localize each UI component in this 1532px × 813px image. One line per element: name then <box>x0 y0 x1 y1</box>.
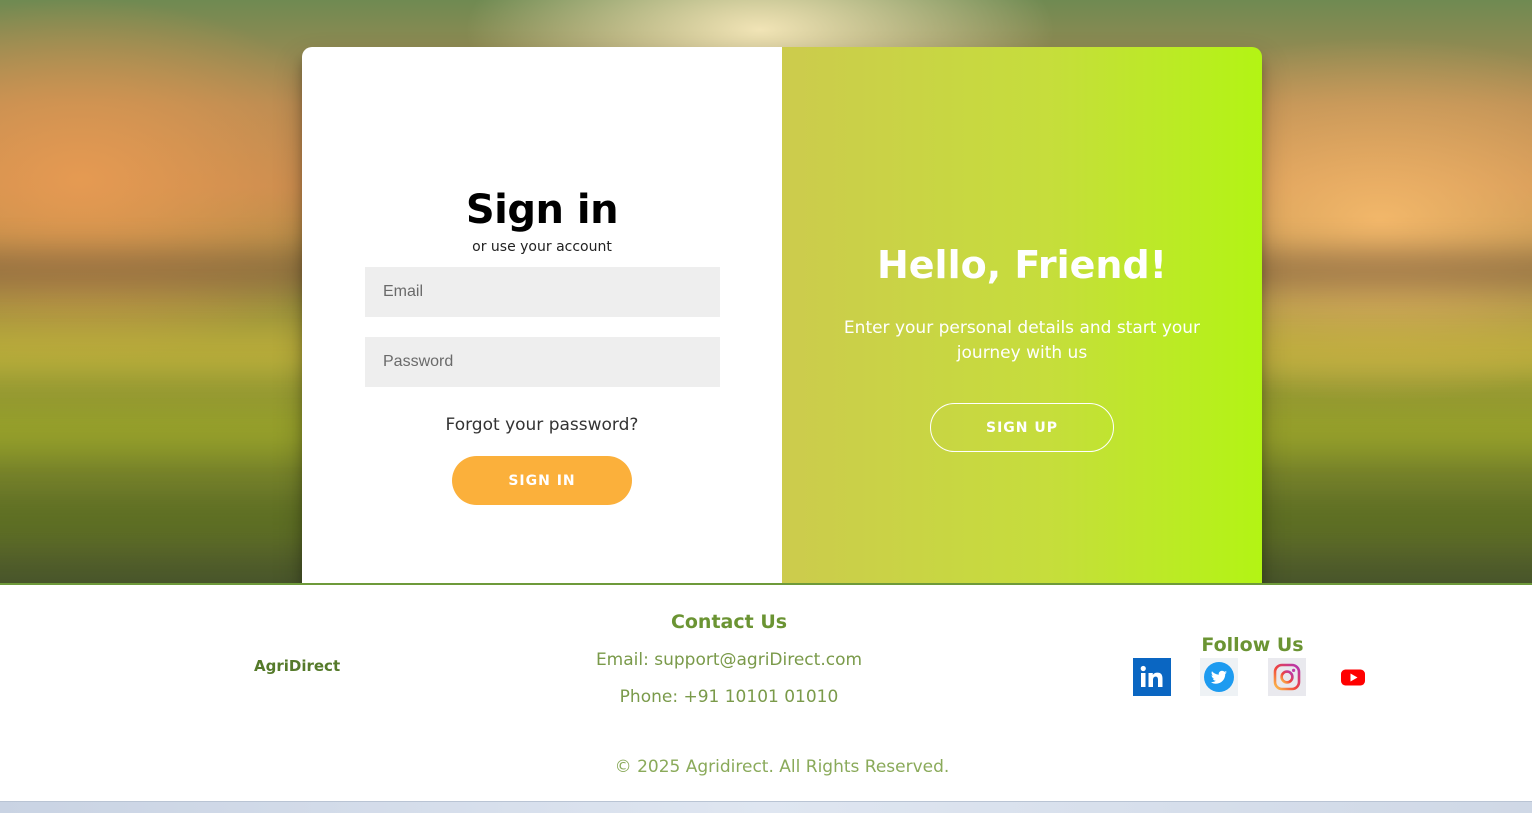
signin-subtitle: or use your account <box>472 239 612 255</box>
taskbar-edge <box>0 801 1532 813</box>
linkedin-icon[interactable] <box>1133 658 1171 696</box>
twitter-glyph <box>1204 662 1234 692</box>
forgot-password-link[interactable]: Forgot your password? <box>302 415 782 435</box>
password-input[interactable] <box>365 337 720 387</box>
welcome-panel: Hello, Friend! Enter your personal detai… <box>782 47 1262 583</box>
signup-button[interactable]: SIGN UP <box>930 403 1114 452</box>
follow-title: Follow Us <box>1201 634 1304 656</box>
contact-email: Email: support@agriDirect.com <box>595 650 863 670</box>
instagram-icon[interactable] <box>1268 658 1306 696</box>
instagram-glyph <box>1273 663 1301 691</box>
youtube-glyph <box>1341 669 1365 686</box>
welcome-title: Hello, Friend! <box>876 243 1168 287</box>
contact-title: Contact Us <box>670 611 788 633</box>
signin-form: Sign in or use your account Forgot your … <box>302 47 782 583</box>
copyright-text: © 2025 Agridirect. All Rights Reserved. <box>614 757 950 777</box>
twitter-icon[interactable] <box>1200 658 1238 696</box>
footer-brand: AgriDirect <box>254 657 341 675</box>
contact-phone: Phone: +91 10101 01010 <box>619 687 839 707</box>
signin-button[interactable]: SIGN IN <box>452 456 632 505</box>
email-input[interactable] <box>365 267 720 317</box>
footer: AgriDirect Contact Us Email: support@agr… <box>0 583 1532 801</box>
auth-card: Sign in or use your account Forgot your … <box>302 47 1262 583</box>
linkedin-glyph <box>1140 665 1163 687</box>
signin-title: Sign in <box>465 187 619 233</box>
welcome-text: Enter your personal details and start yo… <box>843 318 1201 363</box>
youtube-icon[interactable] <box>1334 658 1372 696</box>
